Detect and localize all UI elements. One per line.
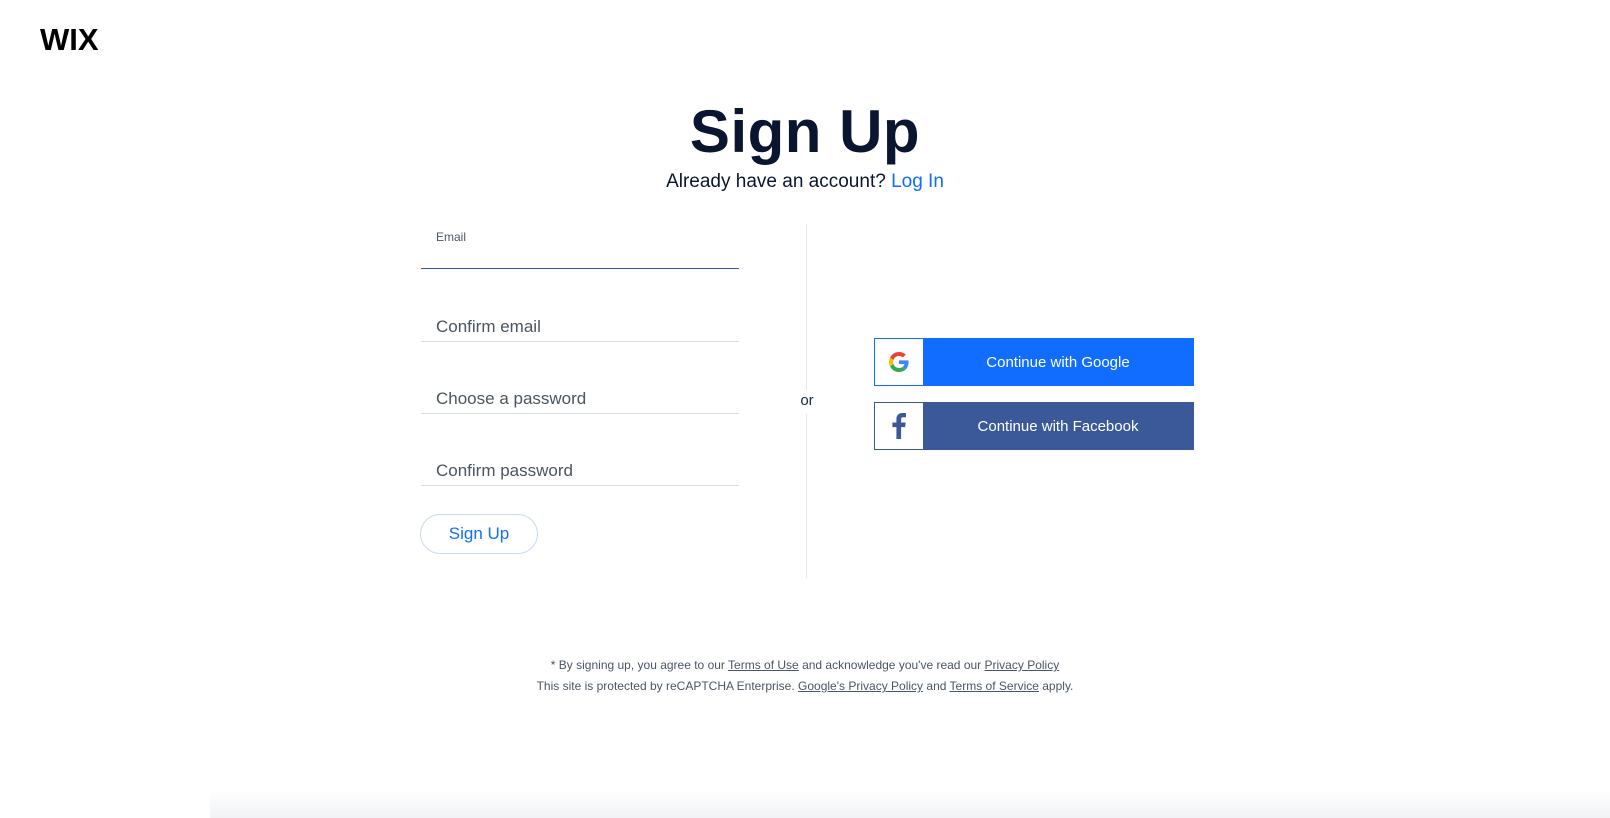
- divider-line-bottom: [806, 414, 807, 578]
- legal-line-1-middle: and acknowledge you've read our: [802, 658, 982, 672]
- page-title: Sign Up: [689, 98, 921, 165]
- legal-line-1: * By signing up, you agree to our Terms …: [0, 655, 1610, 676]
- google-privacy-policy-link[interactable]: Google's Privacy Policy: [798, 679, 923, 693]
- google-button-label: Continue with Google: [986, 353, 1130, 371]
- legal-line-2: This site is protected by reCAPTCHA Ente…: [0, 676, 1610, 697]
- facebook-icon: [875, 403, 923, 449]
- terms-of-use-link[interactable]: Terms of Use: [728, 658, 799, 672]
- email-field-label: Email: [436, 230, 467, 244]
- divider-line-top: [806, 224, 807, 390]
- privacy-policy-link[interactable]: Privacy Policy: [985, 658, 1060, 672]
- divider-or: or: [793, 392, 821, 409]
- wix-logo-text: WIX: [40, 24, 99, 54]
- password-placeholder: Choose a password: [436, 389, 587, 408]
- signup-button[interactable]: Sign Up: [420, 514, 538, 554]
- confirm-email-field[interactable]: Confirm email: [421, 293, 739, 342]
- login-prompt-text: Already have an account?: [666, 171, 886, 192]
- confirm-password-placeholder: Confirm password: [436, 461, 573, 480]
- signup-page: WIX Sign Up Already have an account? Log…: [0, 0, 1610, 818]
- legal-footer: * By signing up, you agree to our Terms …: [0, 655, 1610, 697]
- legal-line-1-prefix: * By signing up, you agree to our: [550, 658, 725, 672]
- email-field[interactable]: Email: [421, 220, 739, 269]
- wix-logo[interactable]: WIX: [40, 24, 108, 54]
- facebook-button-label: Continue with Facebook: [977, 417, 1139, 435]
- terms-of-service-link[interactable]: Terms of Service: [950, 679, 1039, 693]
- google-icon: [875, 339, 923, 385]
- continue-with-google-button[interactable]: Continue with Google: [874, 338, 1194, 386]
- login-link[interactable]: Log In: [891, 171, 944, 192]
- legal-line-2-suffix: apply.: [1042, 679, 1074, 693]
- legal-line-2-prefix: This site is protected by reCAPTCHA Ente…: [536, 679, 795, 693]
- legal-line-2-and: and: [926, 679, 947, 693]
- email-input[interactable]: [436, 246, 726, 264]
- continue-with-facebook-button[interactable]: Continue with Facebook: [874, 402, 1194, 450]
- password-field[interactable]: Choose a password: [421, 365, 739, 414]
- login-prompt: Already have an account? Log In: [0, 170, 1610, 194]
- bottom-shadow: [210, 790, 1610, 818]
- confirm-email-placeholder: Confirm email: [436, 317, 541, 336]
- confirm-password-field[interactable]: Confirm password: [421, 437, 739, 486]
